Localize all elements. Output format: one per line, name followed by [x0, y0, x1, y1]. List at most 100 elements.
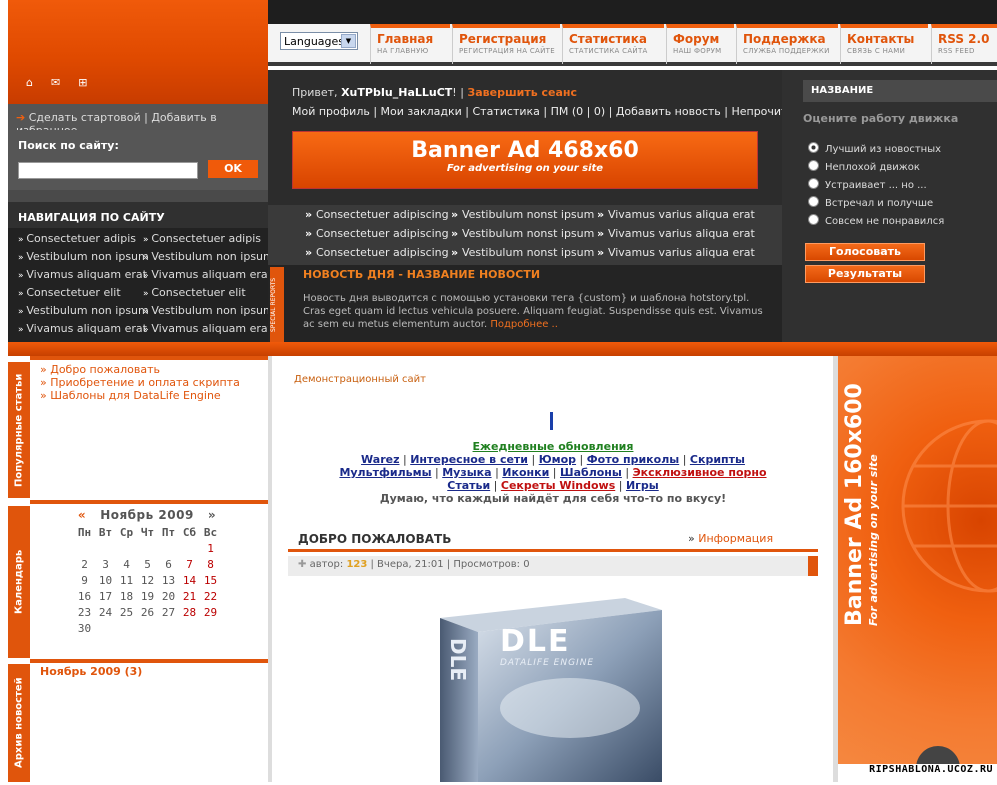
post-info-link[interactable]: » Информация	[688, 532, 773, 545]
sidebar-nav-link[interactable]: Vivamus aliquam erat	[143, 322, 272, 337]
poll-option-label: Неплохой движок	[825, 162, 920, 173]
nav-sub: НАШ ФОРУМ	[673, 47, 722, 55]
quick-link[interactable]: Vestibulum nonst ipsum	[451, 227, 594, 240]
sidebar-nav-link[interactable]: Vivamus aliquam erat	[18, 268, 147, 283]
list-item[interactable]: Приобретение и оплата скрипта	[40, 376, 240, 389]
double-arrow-icon: »	[688, 532, 695, 545]
sidebar-nav-link[interactable]: Vestibulum non ipsum	[143, 250, 273, 265]
calendar-day	[137, 542, 158, 555]
banner-468[interactable]: Banner Ad 468x60 For advertising on your…	[292, 131, 758, 189]
sidebar-nav-link[interactable]: Consectetuer adipis	[18, 232, 143, 247]
quick-link[interactable]: Vestibulum nonst ipsum	[451, 208, 594, 221]
results-button[interactable]: Результаты	[805, 265, 925, 283]
category-link[interactable]: Иконки	[502, 466, 549, 479]
radio-button[interactable]	[808, 160, 819, 171]
author-name[interactable]: 123	[346, 559, 367, 570]
category-link[interactable]: Warez	[361, 453, 399, 466]
nav-sub: СТАТИСТИКА САЙТА	[569, 47, 648, 55]
post-title[interactable]: ДОБРО ПОЖАЛОВАТЬ	[298, 532, 451, 546]
sidebar-nav-link[interactable]: Vivamus aliquam erat	[143, 268, 272, 283]
category-link[interactable]: Фото приколы	[587, 453, 679, 466]
calendar-day	[158, 542, 179, 555]
read-more-link[interactable]: Подробнее ..	[490, 319, 558, 330]
quick-link[interactable]: Consectetuer adipiscing	[305, 246, 449, 259]
sidebar-nav-link[interactable]: Consectetuer elit	[18, 286, 143, 301]
sidebar-nav-link[interactable]: Vestibulum non ipsum	[143, 304, 273, 319]
search-button[interactable]: OK	[208, 160, 258, 178]
nav-rss[interactable]: RSS 2.0 RSS FEED	[931, 24, 997, 64]
separator: |	[615, 479, 626, 492]
list-item[interactable]: Добро пожаловать	[40, 363, 240, 376]
calendar-day: 5	[144, 558, 151, 571]
category-link[interactable]: Игры	[626, 479, 659, 492]
news-title[interactable]: НОВОСТЬ ДНЯ - НАЗВАНИЕ НОВОСТИ	[303, 268, 540, 281]
sitemap-icon[interactable]: ⊞	[78, 76, 87, 89]
category-link[interactable]: Интересное в сети	[410, 453, 528, 466]
radio-button[interactable]	[808, 214, 819, 225]
nav-forum[interactable]: Форум НАШ ФОРУМ	[666, 24, 734, 64]
nav-sub: СЛУЖБА ПОДДЕРЖКИ	[743, 47, 830, 55]
languages-select[interactable]: Languages ▼	[280, 32, 358, 50]
plus-icon[interactable]: ✚	[298, 559, 306, 570]
nav-register[interactable]: Регистрация РЕГИСТРАЦИЯ НА САЙТЕ	[452, 24, 560, 64]
poll-option[interactable]: Устраивает ... но ...	[808, 178, 927, 191]
calendar-day: 1	[207, 542, 214, 555]
quick-link[interactable]: Vivamus varius aliqua erat	[597, 227, 755, 240]
calendar-day: 16	[77, 590, 92, 603]
category-link[interactable]: Мультфильмы	[339, 466, 431, 479]
category-link[interactable]: Музыка	[442, 466, 491, 479]
poll-option[interactable]: Неплохой движок	[808, 160, 920, 173]
special-reports-tab: SPECIAL REPORTS	[270, 267, 284, 342]
category-link[interactable]: Скрипты	[690, 453, 745, 466]
radio-button[interactable]	[808, 178, 819, 189]
nav-stats[interactable]: Статистика СТАТИСТИКА САЙТА	[562, 24, 664, 64]
site-caption: Демонстрационный сайт	[294, 374, 426, 385]
category-link[interactable]: Эксклюзивное порно	[633, 466, 767, 479]
quick-link[interactable]: Vivamus varius aliqua erat	[597, 208, 755, 221]
daily-updates[interactable]: Ежедневные обновления	[288, 440, 818, 453]
sidebar-nav-link[interactable]: Consectetuer elit	[143, 286, 268, 301]
calendar-day: 19	[140, 590, 155, 603]
logout-link[interactable]: Завершить сеанс	[467, 86, 577, 99]
divider-line	[30, 659, 268, 663]
post-underline	[288, 549, 818, 552]
nav-contacts[interactable]: Контакты СВЯЗЬ С НАМИ	[840, 24, 928, 64]
banner-160[interactable]: Banner Ad 160x600 For advertising on you…	[838, 356, 997, 768]
sidebar-nav-link[interactable]: Consectetuer adipis	[143, 232, 268, 247]
category-link[interactable]: Статьи	[447, 479, 490, 492]
make-start-link[interactable]: Сделать стартовой	[29, 111, 141, 124]
poll-option[interactable]: Совсем не понравился	[808, 214, 944, 227]
quick-link[interactable]: Vestibulum nonst ipsum	[451, 246, 594, 259]
nav-home[interactable]: Главная НА ГЛАВНУЮ	[370, 24, 450, 64]
popular-list: Добро пожаловать Приобретение и оплата с…	[40, 363, 240, 402]
quick-link[interactable]: Vivamus varius aliqua erat	[597, 246, 755, 259]
radio-button[interactable]	[808, 142, 819, 153]
category-link[interactable]: Секреты Windows	[501, 479, 615, 492]
archive-link[interactable]: Ноябрь 2009 (3)	[40, 665, 142, 678]
greeting: Привет, XuTPbIu_HaLLuCT! | Завершить сеа…	[292, 86, 577, 99]
mail-icon[interactable]: ✉	[51, 76, 60, 89]
vote-button[interactable]: Голосовать	[805, 243, 925, 261]
next-month-button[interactable]: »	[208, 508, 216, 522]
separator: |	[549, 466, 560, 479]
category-link[interactable]: Юмор	[539, 453, 576, 466]
home-icon[interactable]: ⌂	[26, 76, 33, 89]
username: XuTPbIu_HaLLuCT	[341, 86, 453, 99]
sidebar-nav-link[interactable]: Vivamus aliquam erat	[18, 322, 147, 337]
poll-option[interactable]: Лучший из новостных	[808, 142, 941, 155]
radio-button[interactable]	[808, 196, 819, 207]
sidebar-nav-link[interactable]: Vestibulum non ipsum	[18, 250, 148, 265]
poll-option[interactable]: Встречал и получше	[808, 196, 933, 209]
search-input[interactable]	[18, 162, 198, 179]
calendar-day: 21	[182, 590, 197, 603]
quick-link[interactable]: Consectetuer adipiscing	[305, 227, 449, 240]
dle-side-logo: DLE	[446, 638, 470, 682]
quick-link[interactable]: Consectetuer adipiscing	[305, 208, 449, 221]
profile-links[interactable]: Мой профиль | Мои закладки | Статистика …	[292, 105, 822, 118]
category-link[interactable]: Шаблоны	[560, 466, 622, 479]
prev-month-button[interactable]: «	[78, 508, 86, 522]
sidebar-nav-link[interactable]: Vestibulum non ipsum	[18, 304, 148, 319]
list-item[interactable]: Шаблоны для DataLife Engine	[40, 389, 240, 402]
calendar-weekday: Пт	[161, 526, 176, 539]
nav-support[interactable]: Поддержка СЛУЖБА ПОДДЕРЖКИ	[736, 24, 838, 64]
